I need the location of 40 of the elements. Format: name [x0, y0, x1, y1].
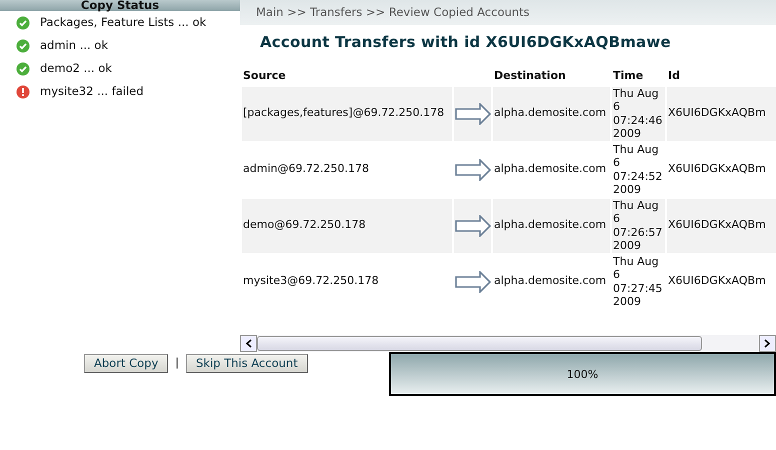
- table-cell: alpha.demosite.com: [494, 274, 606, 288]
- status-text: mysite32 ... failed: [40, 82, 144, 100]
- table-cell-text: Thu Aug 6 07:27:45 2009: [613, 254, 664, 308]
- table-cell: [packages,features]@69.72.250.178: [243, 106, 444, 120]
- action-button[interactable]: Abort Copy: [84, 354, 168, 372]
- separator-text: |: [175, 354, 179, 371]
- arrow-icon: [455, 270, 491, 292]
- column-header: Id: [668, 69, 680, 82]
- table-cell-text: Thu Aug 6 07:24:46 2009: [613, 86, 664, 140]
- column-header: Time: [613, 69, 644, 82]
- error-icon: [16, 84, 30, 98]
- table-cell: alpha.demosite.com: [494, 162, 606, 176]
- table-cell: X6UI6DGKxAQBm: [668, 106, 766, 120]
- table-cell: mysite3@69.72.250.178: [243, 274, 379, 288]
- arrow-icon: [455, 158, 491, 180]
- table-cell-text: Thu Aug 6 07:24:52 2009: [613, 142, 664, 196]
- table-cell: X6UI6DGKxAQBm: [668, 274, 766, 288]
- table-cell: demo@69.72.250.178: [243, 218, 366, 232]
- table-cell: alpha.demosite.com: [494, 218, 606, 232]
- panel-title: Copy Status: [0, 0, 240, 11]
- horizontal-scrollbar[interactable]: [240, 334, 776, 352]
- page-heading: Account Transfers with id X6UI6DGKxAQBmawe: [260, 33, 671, 51]
- arrow-icon: [455, 214, 491, 236]
- table-cell: admin@69.72.250.178: [243, 162, 369, 176]
- action-button[interactable]: Skip This Account: [186, 354, 308, 372]
- arrow-icon: [455, 102, 491, 124]
- check-icon: [16, 62, 30, 76]
- table-cell: X6UI6DGKxAQBm: [668, 162, 766, 176]
- table-cell: X6UI6DGKxAQBm: [668, 218, 766, 232]
- column-header: Destination: [494, 69, 566, 82]
- table-cell-text: Thu Aug 6 07:26:57 2009: [613, 198, 664, 252]
- table-cell: alpha.demosite.com: [494, 106, 606, 120]
- progress-text: 100%: [566, 366, 600, 382]
- status-text: Packages, Feature Lists ... ok: [40, 14, 206, 31]
- check-icon: [16, 38, 30, 52]
- column-header: Source: [243, 69, 286, 82]
- status-text: admin ... ok: [40, 36, 108, 54]
- breadcrumb-text: Main >> Transfers >> Review Copied Accounts: [256, 5, 530, 19]
- status-text: demo2 ... ok: [40, 60, 112, 77]
- check-icon: [16, 16, 30, 30]
